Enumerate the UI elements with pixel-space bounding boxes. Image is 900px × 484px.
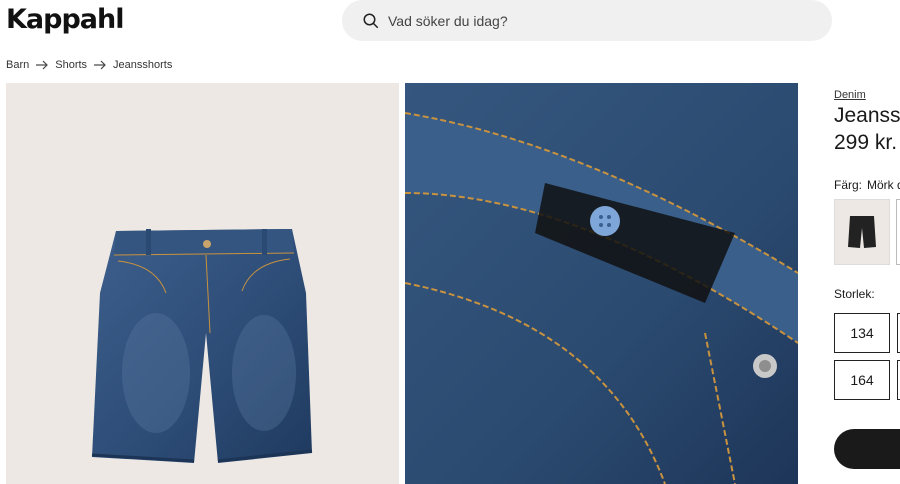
black-shorts-thumbnail [848,216,876,248]
color-label-text: Färg: [834,178,863,192]
product-image-detail[interactable] [405,83,798,484]
denim-shorts-illustration [91,229,313,463]
kappahl-logo[interactable]: Kappahl [6,4,124,35]
product-title: Jeansshorts [834,104,900,127]
breadcrumb-item-jeansshorts[interactable]: Jeansshorts [113,59,172,71]
size-option-134[interactable]: 134 [834,313,890,353]
arrow-right-icon [94,60,106,70]
search-bar[interactable]: Vad söker du idag? [342,0,832,41]
color-swatch-black[interactable] [834,199,890,265]
search-placeholder[interactable]: Vad söker du idag? [388,13,508,29]
breadcrumb-item-shorts[interactable]: Shorts [55,59,87,71]
product-info-panel: Denim Jeansshorts 299 kr. Färg: Mörk deni… [834,0,900,484]
color-value: Mörk denim [867,178,900,192]
search-icon [363,13,379,28]
color-label: Färg: Mörk denim [834,178,900,192]
product-price: 299 kr. [834,131,898,154]
product-image-front[interactable] [6,83,399,484]
color-swatch-denim[interactable] [896,199,900,265]
breadcrumb-item-barn[interactable]: Barn [6,59,29,71]
size-option-164[interactable]: 164 [834,360,890,400]
brand-link[interactable]: Denim [834,89,866,101]
arrow-right-icon [36,60,49,70]
size-label: Storlek: [834,287,875,301]
add-to-cart-button[interactable] [834,429,900,469]
waistband-closeup-illustration [405,83,798,484]
breadcrumb: Barn Shorts Jeansshorts [6,59,172,71]
